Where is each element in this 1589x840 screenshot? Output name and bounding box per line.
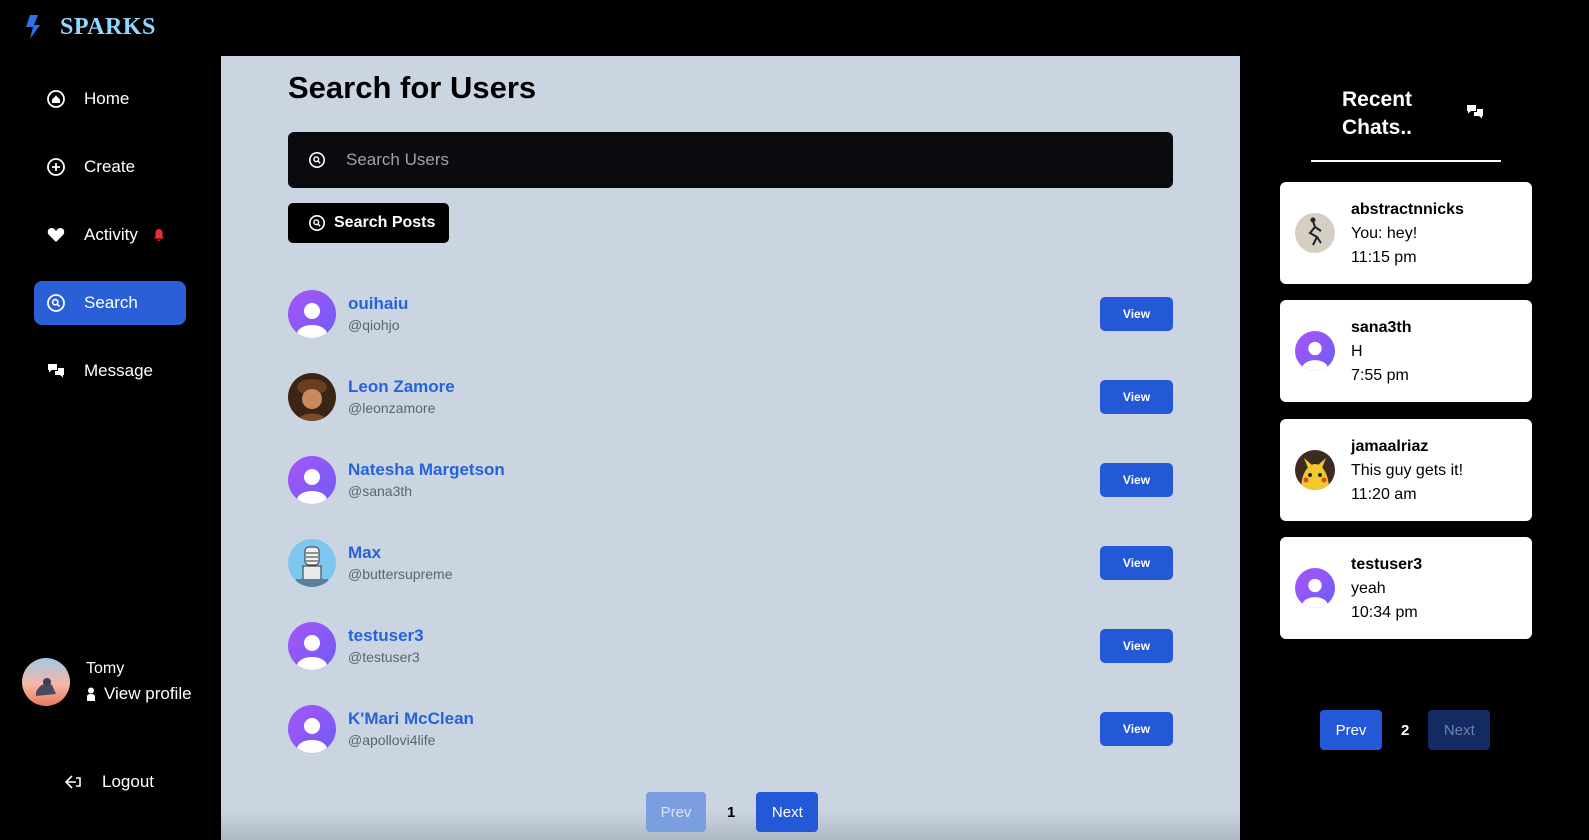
sidebar-item-label: Message bbox=[84, 361, 153, 380]
current-page-number: 2 bbox=[1401, 721, 1410, 739]
avatar[interactable] bbox=[288, 456, 336, 504]
view-profile-label: View profile bbox=[104, 684, 192, 703]
chat-username: abstractnnicks bbox=[1351, 201, 1464, 218]
view-user-button[interactable]: View bbox=[1100, 380, 1173, 414]
next-page-button[interactable]: Next bbox=[1428, 710, 1491, 750]
user-row: Natesha Margetson @sana3th View bbox=[288, 456, 1173, 506]
avatar bbox=[1295, 213, 1335, 253]
chat-username: testuser3 bbox=[1351, 556, 1423, 573]
main-content: Search for Users Search Posts ouihaiu @q… bbox=[221, 56, 1240, 840]
user-row: testuser3 @testuser3 View bbox=[288, 622, 1173, 672]
user-row: ouihaiu @qiohjo View bbox=[288, 290, 1173, 340]
profile-name: Tomy bbox=[86, 660, 125, 677]
logout-label: Logout bbox=[102, 772, 154, 791]
chat-bubbles-icon[interactable] bbox=[1465, 102, 1485, 122]
plus-circle-icon bbox=[46, 157, 66, 177]
user-name-link[interactable]: ouihaiu bbox=[348, 294, 408, 314]
chat-username: sana3th bbox=[1351, 319, 1412, 336]
bolt-icon bbox=[26, 15, 40, 39]
sidebar-item-activity[interactable]: Activity bbox=[34, 213, 186, 257]
search-posts-label: Search Posts bbox=[334, 214, 436, 231]
users-pagination: Prev 1 Next bbox=[646, 792, 819, 832]
avatar bbox=[1295, 568, 1335, 608]
view-user-button[interactable]: View bbox=[1100, 546, 1173, 580]
chat-timestamp: 11:15 pm bbox=[1351, 249, 1417, 266]
chat-timestamp: 11:20 am bbox=[1351, 486, 1417, 503]
view-profile-link[interactable]: View profile bbox=[86, 684, 192, 704]
user-handle: @apollovi4life bbox=[348, 732, 436, 748]
avatar[interactable] bbox=[288, 373, 336, 421]
brand-name: SPARKS bbox=[60, 13, 156, 40]
heart-icon bbox=[46, 225, 66, 245]
chat-timestamp: 10:34 pm bbox=[1351, 604, 1418, 621]
logout-button[interactable]: Logout bbox=[64, 772, 154, 792]
current-page-number: 1 bbox=[727, 803, 736, 821]
view-user-button[interactable]: View bbox=[1100, 629, 1173, 663]
chat-timestamp: 7:55 pm bbox=[1351, 367, 1409, 384]
user-handle: @buttersupreme bbox=[348, 566, 453, 582]
chat-bubbles-icon bbox=[46, 361, 66, 381]
search-posts-button[interactable]: Search Posts bbox=[288, 203, 449, 243]
page-title: Search for Users bbox=[288, 70, 537, 105]
view-user-button[interactable]: View bbox=[1100, 297, 1173, 331]
sidebar-item-label: Home bbox=[84, 89, 130, 108]
avatar[interactable] bbox=[288, 622, 336, 670]
search-bar bbox=[288, 132, 1173, 188]
user-row: Leon Zamore @leonzamore View bbox=[288, 373, 1173, 423]
sidebar-item-home[interactable]: Home bbox=[34, 77, 186, 121]
user-row: Max @buttersupreme View bbox=[288, 539, 1173, 589]
logout-icon bbox=[64, 775, 81, 789]
search-icon bbox=[308, 214, 326, 232]
chat-card[interactable]: testuser3 yeah 10:34 pm bbox=[1280, 537, 1532, 639]
sidebar-item-label: Activity bbox=[84, 225, 138, 244]
chat-last-message: This guy gets it! bbox=[1351, 462, 1464, 479]
user-handle: @testuser3 bbox=[348, 649, 420, 665]
sidebar-item-label: Search bbox=[84, 293, 138, 312]
chat-last-message: yeah bbox=[1351, 580, 1386, 597]
user-name-link[interactable]: Natesha Margetson bbox=[348, 460, 505, 480]
user-name-link[interactable]: K'Mari McClean bbox=[348, 709, 474, 729]
home-icon bbox=[46, 89, 66, 109]
chat-last-message: H bbox=[1351, 343, 1363, 360]
chat-card[interactable]: sana3th H 7:55 pm bbox=[1280, 300, 1532, 402]
avatar[interactable] bbox=[288, 539, 336, 587]
chat-last-message: You: hey! bbox=[1351, 225, 1418, 242]
user-handle: @leonzamore bbox=[348, 400, 436, 416]
user-row: K'Mari McClean @apollovi4life View bbox=[288, 705, 1173, 755]
sidebar-item-search[interactable]: Search bbox=[34, 281, 186, 325]
search-icon bbox=[308, 151, 326, 169]
recent-chats-title-line1: Recent bbox=[1342, 88, 1413, 111]
prev-page-button[interactable]: Prev bbox=[646, 792, 706, 832]
avatar bbox=[1295, 450, 1335, 490]
user-handle: @sana3th bbox=[348, 483, 413, 499]
user-name-link[interactable]: testuser3 bbox=[348, 626, 424, 646]
avatar[interactable] bbox=[288, 705, 336, 753]
divider bbox=[1311, 160, 1501, 162]
prev-page-button[interactable]: Prev bbox=[1320, 710, 1382, 750]
sidebar-item-message[interactable]: Message bbox=[34, 349, 186, 393]
next-page-button[interactable]: Next bbox=[756, 792, 819, 832]
avatar[interactable] bbox=[288, 290, 336, 338]
chat-card[interactable]: abstractnnicks You: hey! 11:15 pm bbox=[1280, 182, 1532, 284]
view-user-button[interactable]: View bbox=[1100, 463, 1173, 497]
user-name-link[interactable]: Max bbox=[348, 543, 381, 563]
sidebar-item-label: Create bbox=[84, 157, 136, 176]
user-handle: @qiohjo bbox=[348, 317, 400, 333]
sidebar-item-create[interactable]: Create bbox=[34, 145, 186, 189]
profile-card: Tomy View profile bbox=[22, 658, 192, 706]
user-name-link[interactable]: Leon Zamore bbox=[348, 377, 455, 397]
avatar bbox=[1295, 331, 1335, 371]
avatar[interactable] bbox=[22, 658, 70, 706]
bell-icon bbox=[153, 229, 164, 241]
search-icon bbox=[46, 293, 66, 313]
brand-logo[interactable]: SPARKS bbox=[24, 10, 156, 44]
recent-chats-title: Recent Chats.. bbox=[1342, 86, 1412, 142]
chats-pagination: Prev 2 Next bbox=[1320, 710, 1491, 750]
chat-username: jamaalriaz bbox=[1351, 438, 1429, 455]
person-icon bbox=[87, 687, 95, 701]
recent-chats-title-line2: Chats.. bbox=[1342, 116, 1413, 139]
view-user-button[interactable]: View bbox=[1100, 712, 1173, 746]
chat-card[interactable]: jamaalriaz This guy gets it! 11:20 am bbox=[1280, 419, 1532, 521]
search-users-input[interactable] bbox=[344, 149, 1128, 171]
